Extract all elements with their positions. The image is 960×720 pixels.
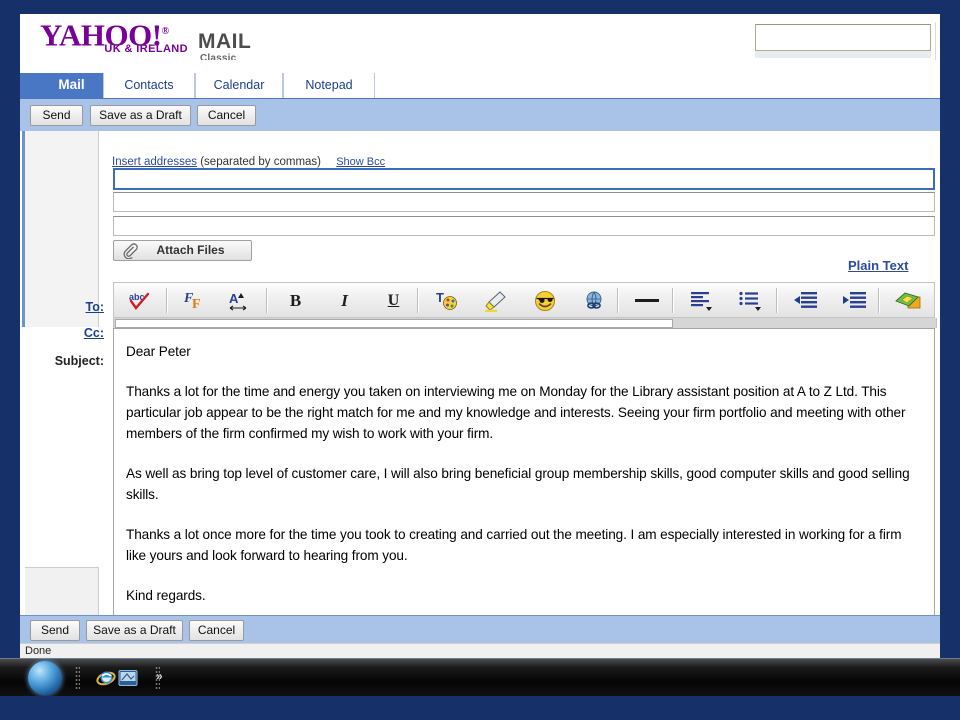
save-draft-button-bottom[interactable]: Save as a Draft bbox=[86, 620, 183, 641]
yahoo-region-label: UK & IRELAND bbox=[104, 43, 188, 55]
message-paragraph: Thanks a lot once more for the time you … bbox=[126, 527, 902, 563]
action-bar-bottom: Send Save as a Draft Cancel bbox=[20, 615, 940, 644]
save-draft-button-top[interactable]: Save as a Draft bbox=[90, 105, 191, 126]
search-box-shadow bbox=[755, 51, 931, 58]
main-tab-bar: Mail Contacts Calendar Notepad bbox=[20, 60, 940, 98]
toolbar-separator bbox=[266, 288, 268, 313]
tab-calendar[interactable]: Calendar bbox=[195, 73, 283, 98]
insert-addresses-note: (separated by commas) bbox=[200, 156, 322, 168]
start-button[interactable] bbox=[28, 661, 62, 695]
paperclip-icon bbox=[122, 243, 138, 260]
tab-contacts[interactable]: Contacts bbox=[103, 73, 195, 98]
message-body-editor[interactable]: Dear Peter Thanks a lot for the time and… bbox=[113, 328, 935, 630]
spellcheck-icon[interactable]: abc bbox=[120, 285, 159, 316]
increase-indent-icon[interactable] bbox=[835, 285, 874, 316]
yahoo-logo[interactable]: YAHOO!® UK & IRELAND bbox=[40, 17, 190, 57]
underline-icon[interactable]: U bbox=[374, 285, 413, 316]
message-paragraph: Thanks a lot for the time and energy you… bbox=[126, 384, 906, 441]
cancel-button-bottom[interactable]: Cancel bbox=[189, 620, 244, 641]
decrease-indent-icon[interactable] bbox=[786, 285, 825, 316]
emoticon-icon[interactable] bbox=[525, 285, 564, 316]
send-button-top[interactable]: Send bbox=[30, 105, 83, 126]
search-input[interactable] bbox=[755, 24, 931, 51]
toolbar-separator bbox=[617, 288, 619, 313]
internet-explorer-icon[interactable] bbox=[96, 668, 116, 688]
svg-text:F: F bbox=[192, 297, 201, 312]
font-size-icon[interactable]: A bbox=[221, 285, 260, 316]
plain-text-link[interactable]: Plain Text bbox=[848, 258, 908, 273]
compose-form: Insert addresses (separated by commas) S… bbox=[20, 131, 940, 630]
tab-bar-filler bbox=[375, 73, 940, 98]
browser-status-bar: Done bbox=[20, 643, 940, 658]
subject-input[interactable] bbox=[113, 216, 935, 236]
web-page: YAHOO!® UK & IRELAND MAIL Classic Mail C… bbox=[20, 14, 940, 658]
taskbar-grip[interactable] bbox=[75, 666, 80, 690]
cc-input[interactable] bbox=[113, 192, 935, 212]
address-helper-links: Insert addresses (separated by commas) S… bbox=[112, 156, 385, 168]
cc-field-label[interactable]: Cc: bbox=[34, 326, 104, 340]
mail-wordmark: MAIL bbox=[198, 30, 252, 53]
show-bcc-link[interactable]: Show Bcc bbox=[336, 156, 385, 168]
list-icon[interactable] bbox=[731, 285, 770, 316]
message-paragraph: Dear Peter bbox=[126, 344, 191, 359]
header-search-area bbox=[753, 22, 936, 60]
windows-taskbar: » bbox=[0, 658, 960, 697]
align-icon[interactable] bbox=[682, 285, 721, 316]
to-field-label[interactable]: To: bbox=[34, 300, 104, 314]
status-text: Done bbox=[25, 645, 52, 657]
editor-secondary-field[interactable] bbox=[115, 319, 673, 328]
subject-field-label: Subject: bbox=[54, 354, 104, 368]
toolbar-separator bbox=[672, 288, 674, 313]
attach-files-button[interactable]: Attach Files bbox=[113, 240, 252, 261]
toolbar-separator bbox=[776, 288, 778, 313]
media-player-icon[interactable] bbox=[118, 668, 138, 688]
action-bar-top: Send Save as a Draft Cancel bbox=[20, 98, 940, 132]
toolbar-separator bbox=[166, 288, 168, 313]
editor-secondary-bar bbox=[113, 318, 937, 328]
toolbar-separator bbox=[878, 288, 880, 313]
tab-mail[interactable]: Mail bbox=[40, 73, 103, 98]
tab-notepad[interactable]: Notepad bbox=[283, 73, 375, 98]
message-paragraph: As well as bring top level of customer c… bbox=[126, 466, 910, 502]
browser-window-frame: YAHOO!® UK & IRELAND MAIL Classic Mail C… bbox=[0, 0, 960, 720]
svg-text:T: T bbox=[436, 290, 444, 305]
bold-icon[interactable]: B bbox=[276, 285, 315, 316]
desktop-background bbox=[0, 696, 960, 720]
insert-addresses-link[interactable]: Insert addresses bbox=[112, 156, 197, 168]
taskbar-grip[interactable] bbox=[155, 666, 160, 690]
rich-text-toolbar: abc F F A B I U T bbox=[113, 282, 935, 318]
insert-link-icon[interactable] bbox=[574, 285, 613, 316]
highlighter-icon[interactable] bbox=[476, 285, 515, 316]
cancel-button-top[interactable]: Cancel bbox=[197, 105, 256, 126]
left-gutter-panel-top bbox=[25, 131, 99, 327]
to-input[interactable] bbox=[113, 168, 935, 190]
send-button-bottom[interactable]: Send bbox=[30, 620, 80, 641]
italic-icon[interactable]: I bbox=[325, 285, 364, 316]
toolbar-separator bbox=[417, 288, 419, 313]
stationery-icon[interactable] bbox=[888, 285, 930, 316]
left-gutter-panel-bottom bbox=[25, 567, 99, 616]
font-family-icon[interactable]: F F bbox=[176, 285, 215, 316]
registered-mark-icon: ® bbox=[161, 26, 169, 37]
svg-text:A: A bbox=[229, 291, 239, 306]
message-paragraph: Kind regards. bbox=[126, 588, 206, 603]
horizontal-rule-icon[interactable] bbox=[627, 285, 666, 316]
yahoo-header: YAHOO!® UK & IRELAND MAIL Classic bbox=[20, 14, 940, 64]
text-color-icon[interactable]: T bbox=[427, 285, 466, 316]
attach-files-label: Attach Files bbox=[156, 243, 225, 257]
